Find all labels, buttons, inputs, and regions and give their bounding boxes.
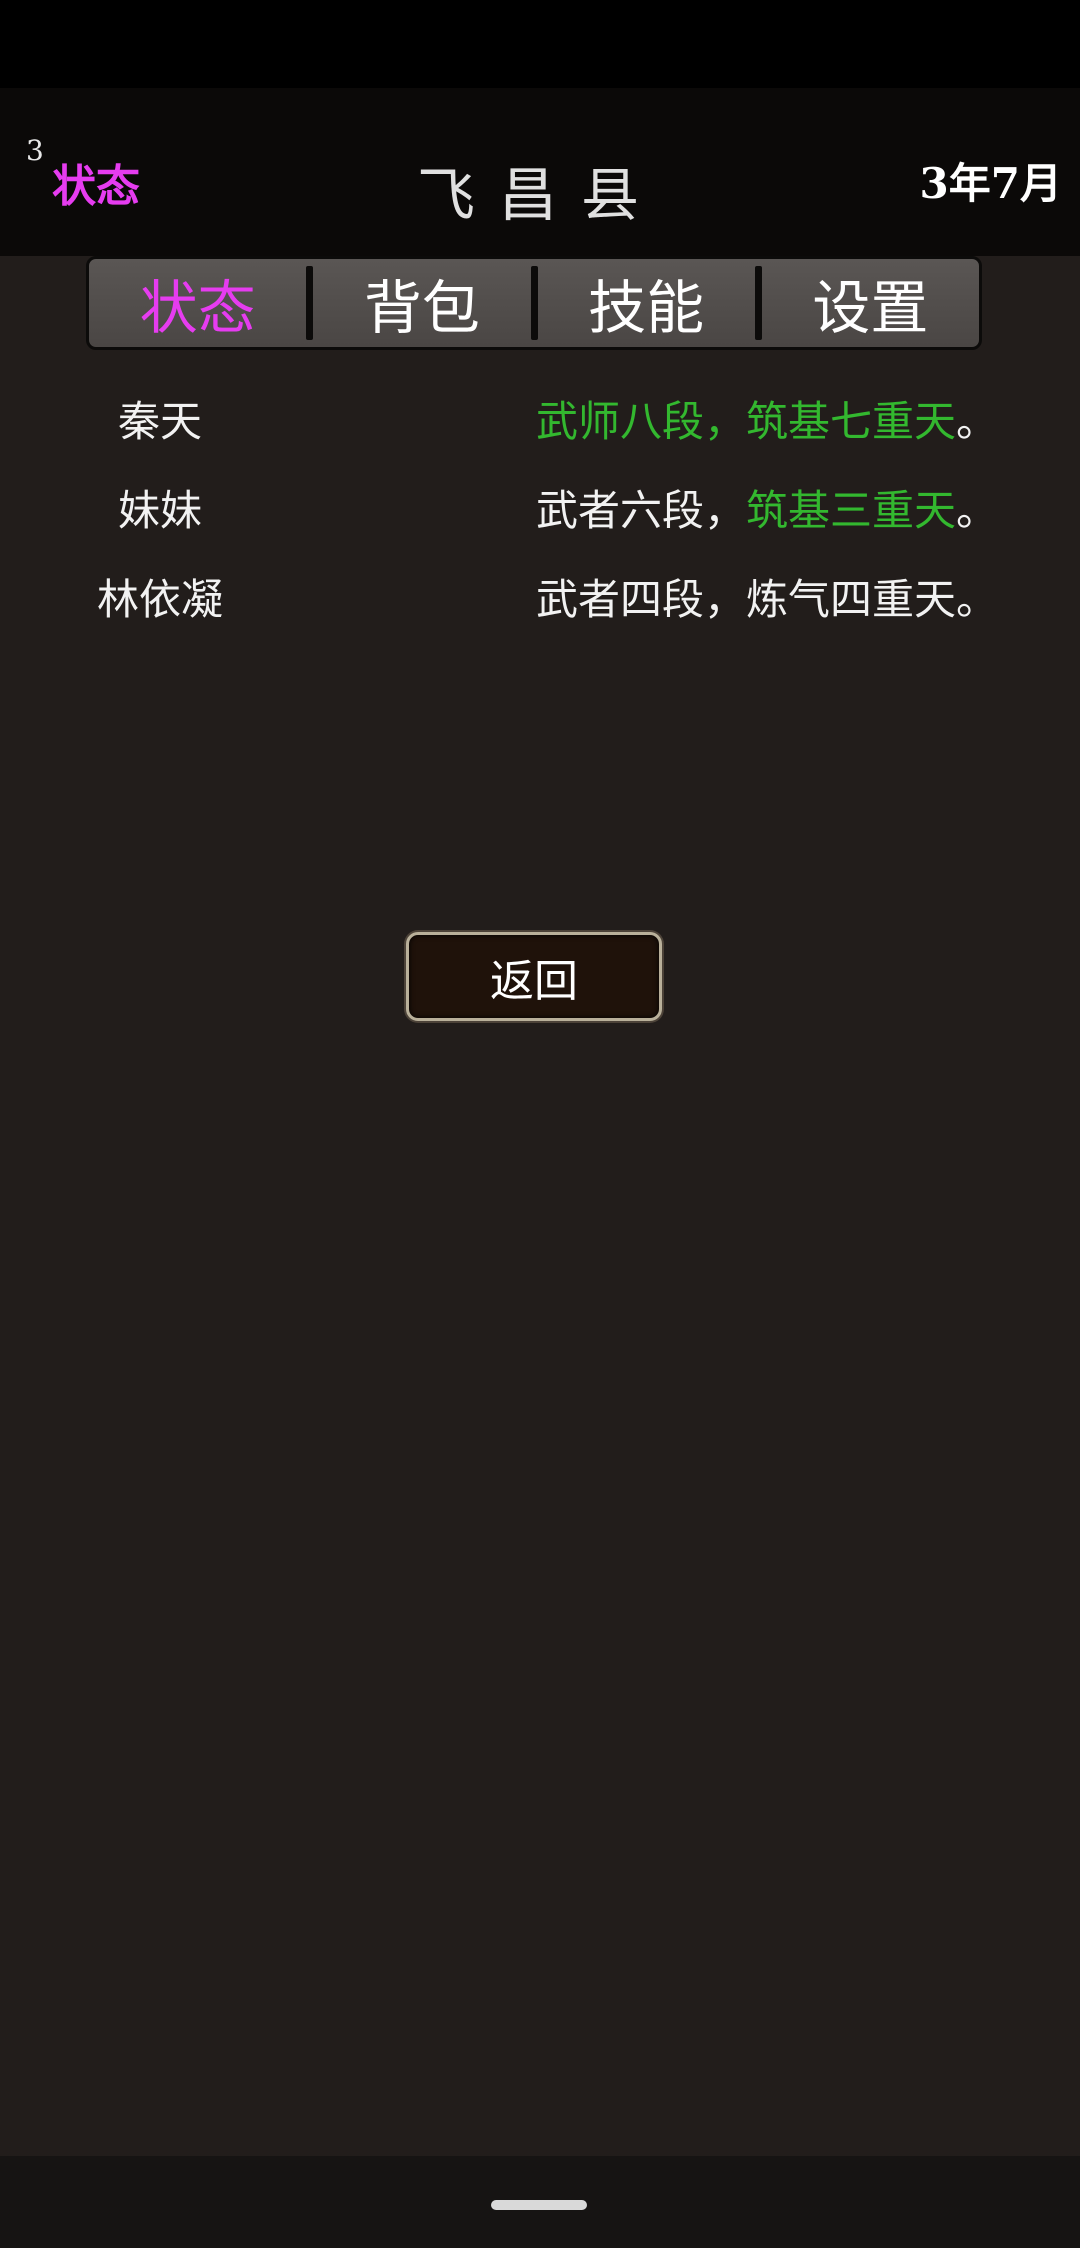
game-date: 3年7月	[919, 159, 1062, 208]
character-name: 秦天	[117, 397, 202, 446]
martial-rank: 武者六段	[535, 486, 704, 535]
rank-separator: ，	[703, 575, 746, 624]
character-status-list: 秦天 武师八段，筑基七重天。 妹妹 武者六段，筑基三重天。 林依凝 武者四段，炼…	[0, 380, 1080, 647]
character-row: 秦天 武师八段，筑基七重天。	[0, 380, 1080, 469]
home-indicator[interactable]	[491, 2200, 587, 2210]
rank-period: 。	[955, 397, 998, 446]
cultivation-rank: 筑基七重天	[745, 397, 956, 446]
game-header: 3 状态 飞昌县 3年7月	[0, 88, 1080, 256]
character-realm: 武者四段，炼气四重天。	[536, 566, 998, 627]
system-status-bar	[0, 0, 1080, 88]
tab-status[interactable]: 状态	[89, 259, 306, 347]
martial-rank: 武者四段	[535, 575, 704, 624]
character-realm: 武者六段，筑基三重天。	[536, 477, 998, 538]
back-button[interactable]: 返回	[406, 932, 662, 1021]
character-realm: 武师八段，筑基七重天。	[536, 388, 998, 449]
rank-period: 。	[955, 486, 998, 535]
tab-settings[interactable]: 设置	[762, 259, 979, 347]
location-title: 飞昌县	[416, 161, 663, 229]
tab-divider	[754, 266, 762, 340]
tab-divider	[306, 266, 314, 340]
tab-inventory[interactable]: 背包	[313, 259, 530, 347]
menu-tab-bar: 状态 背包 技能 设置	[86, 256, 982, 350]
character-name: 妹妹	[117, 486, 202, 535]
character-row: 林依凝 武者四段，炼气四重天。	[0, 558, 1080, 647]
character-name: 林依凝	[96, 575, 223, 624]
character-row: 妹妹 武者六段，筑基三重天。	[0, 469, 1080, 558]
cultivation-rank: 炼气四重天	[745, 575, 956, 624]
cultivation-rank: 筑基三重天	[745, 486, 956, 535]
rank-period: 。	[955, 575, 998, 624]
system-navigation-bar	[0, 2156, 1080, 2248]
tab-skills[interactable]: 技能	[538, 259, 755, 347]
rank-separator: ，	[703, 397, 746, 446]
martial-rank: 武师八段	[535, 397, 704, 446]
tab-divider	[530, 266, 538, 340]
rank-separator: ，	[703, 486, 746, 535]
